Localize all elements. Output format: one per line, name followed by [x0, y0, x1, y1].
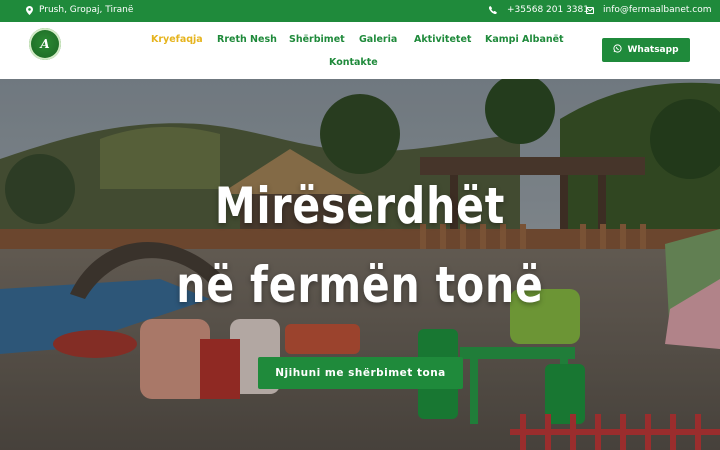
hero-title-line2: në fermën tonë	[176, 256, 544, 314]
phone-icon	[489, 6, 497, 14]
nav-item-home[interactable]: Kryefaqja	[151, 34, 203, 45]
hero-title-line1: Mirëserdhët	[214, 177, 506, 235]
email-text[interactable]: info@fermaalbanet.com	[603, 5, 712, 15]
whatsapp-icon	[613, 44, 623, 56]
site-logo[interactable]: A	[29, 28, 61, 60]
nav-item-services[interactable]: Shërbimet	[289, 34, 345, 45]
site-header: A Kryefaqja Rreth Nesh Shërbimet Galeria…	[0, 22, 720, 79]
phone-item[interactable]: +35568 201 3381	[489, 5, 589, 15]
nav-item-camp[interactable]: Kampi Albanët	[485, 34, 564, 45]
nav-item-contact[interactable]: Kontakte	[329, 57, 378, 68]
top-contact-bar: Prush, Gropaj, Tiranë +35568 201 3381 in…	[0, 0, 720, 22]
nav-item-gallery[interactable]: Galeria	[359, 34, 397, 45]
logo-mark: A	[40, 37, 50, 51]
whatsapp-label: Whatsapp	[627, 45, 679, 55]
services-cta-button[interactable]: Njihuni me shërbimet tona	[258, 357, 463, 389]
nav-item-activities[interactable]: Aktivitetet	[414, 34, 471, 45]
whatsapp-button[interactable]: Whatsapp	[602, 38, 690, 62]
address-item: Prush, Gropaj, Tiranë	[26, 5, 133, 15]
email-item[interactable]: info@fermaalbanet.com	[586, 5, 712, 15]
phone-text[interactable]: +35568 201 3381	[507, 5, 589, 15]
nav-item-about[interactable]: Rreth Nesh	[217, 34, 277, 45]
hero-section: Mirëserdhët në fermën tonë Njihuni me sh…	[0, 79, 720, 450]
address-text: Prush, Gropaj, Tiranë	[39, 5, 134, 15]
mail-icon	[586, 6, 594, 14]
location-pin-icon	[26, 5, 33, 15]
